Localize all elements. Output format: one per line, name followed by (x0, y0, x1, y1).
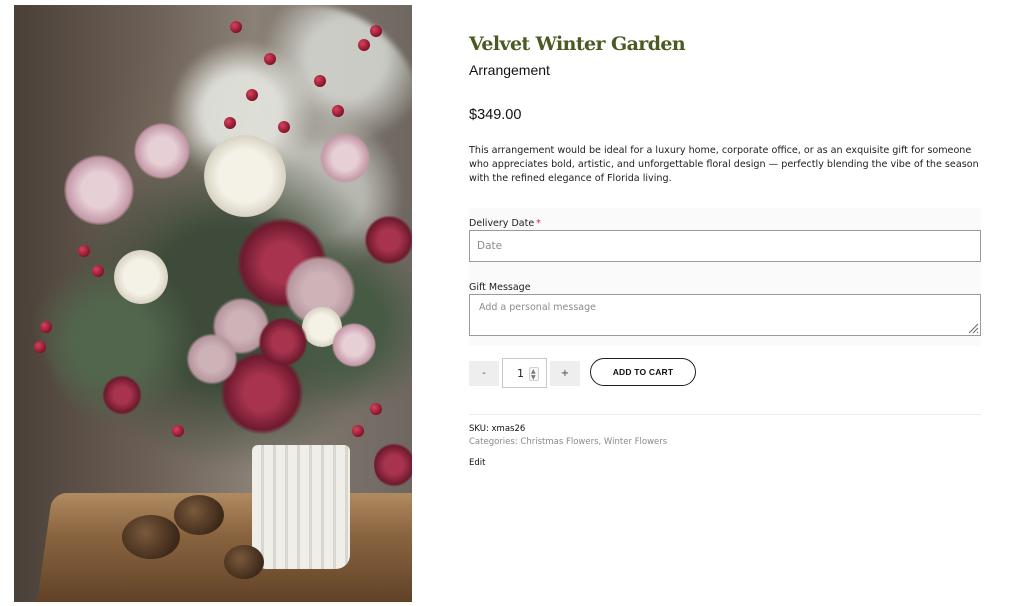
quantity-decrease-button[interactable]: - (469, 361, 499, 386)
burgundy-flower (102, 375, 142, 415)
chevron-down-icon[interactable]: ▼ (531, 375, 536, 381)
add-to-cart-button[interactable]: ADD TO CART (590, 358, 696, 386)
delivery-date-input[interactable] (469, 230, 981, 262)
red-berry (370, 403, 382, 415)
white-vase (252, 445, 350, 569)
product-image (14, 5, 412, 602)
required-asterisk: * (536, 218, 541, 229)
category-separator: , (598, 437, 602, 447)
red-berry (370, 25, 382, 37)
red-berry (332, 105, 344, 117)
addons-form: Delivery Date* Gift Message (469, 208, 981, 346)
product-subtitle: Arrangement (469, 62, 550, 78)
red-berry (78, 245, 90, 257)
red-berry (264, 53, 276, 65)
product-description: This arrangement would be ideal for a lu… (469, 145, 979, 184)
pink-astilbe (320, 133, 370, 183)
quantity-value: 1 (517, 367, 524, 380)
product-title: Velvet Winter Garden (469, 33, 686, 55)
red-berry (352, 425, 364, 437)
categories-label: Categories: (469, 437, 518, 447)
red-berry (92, 265, 104, 277)
category-link-winter-flowers[interactable]: Winter Flowers (604, 437, 667, 447)
sku-value: xmas26 (491, 424, 526, 434)
white-flower (114, 250, 168, 304)
red-berry (358, 39, 370, 51)
quantity-increase-button[interactable]: + (550, 361, 580, 386)
red-berry (40, 321, 52, 333)
edit-line: Edit (469, 458, 485, 468)
wooden-table (35, 493, 412, 602)
spinner-arrows-icon[interactable]: ▲ ▼ (529, 367, 539, 381)
red-berry (34, 341, 46, 353)
delivery-date-label-text: Delivery Date (469, 218, 535, 229)
white-dahlia (204, 135, 286, 217)
red-berry (172, 425, 184, 437)
pink-astilbe (332, 323, 376, 367)
rose (186, 333, 238, 385)
product-details: Velvet Winter Garden Arrangement $349.00… (469, 0, 981, 606)
product-price: $349.00 (469, 107, 522, 123)
pinecone (122, 515, 180, 559)
red-berry (246, 89, 258, 101)
red-berry (314, 75, 326, 87)
burgundy-flower (258, 317, 308, 367)
sku-line: SKU: xmas26 (469, 424, 525, 434)
delivery-date-label: Delivery Date * (469, 218, 541, 229)
pink-astilbe (64, 155, 134, 225)
red-berry (278, 121, 290, 133)
sku-label: SKU: (469, 424, 489, 434)
divider (469, 414, 981, 415)
edit-link[interactable]: Edit (469, 458, 485, 468)
burgundy-flower (364, 215, 412, 265)
gift-message-textarea[interactable] (469, 294, 981, 336)
pink-astilbe (134, 123, 190, 179)
red-berry (230, 21, 242, 33)
pinecone (174, 495, 224, 535)
burgundy-flower (374, 441, 412, 489)
quantity-input[interactable]: 1 ▲ ▼ (502, 358, 547, 388)
pinecone (224, 545, 264, 579)
category-link-christmas-flowers[interactable]: Christmas Flowers (520, 437, 598, 447)
red-berry (224, 117, 236, 129)
gift-message-label: Gift Message (469, 282, 531, 293)
categories-line: Categories: Christmas Flowers, Winter Fl… (469, 437, 667, 447)
